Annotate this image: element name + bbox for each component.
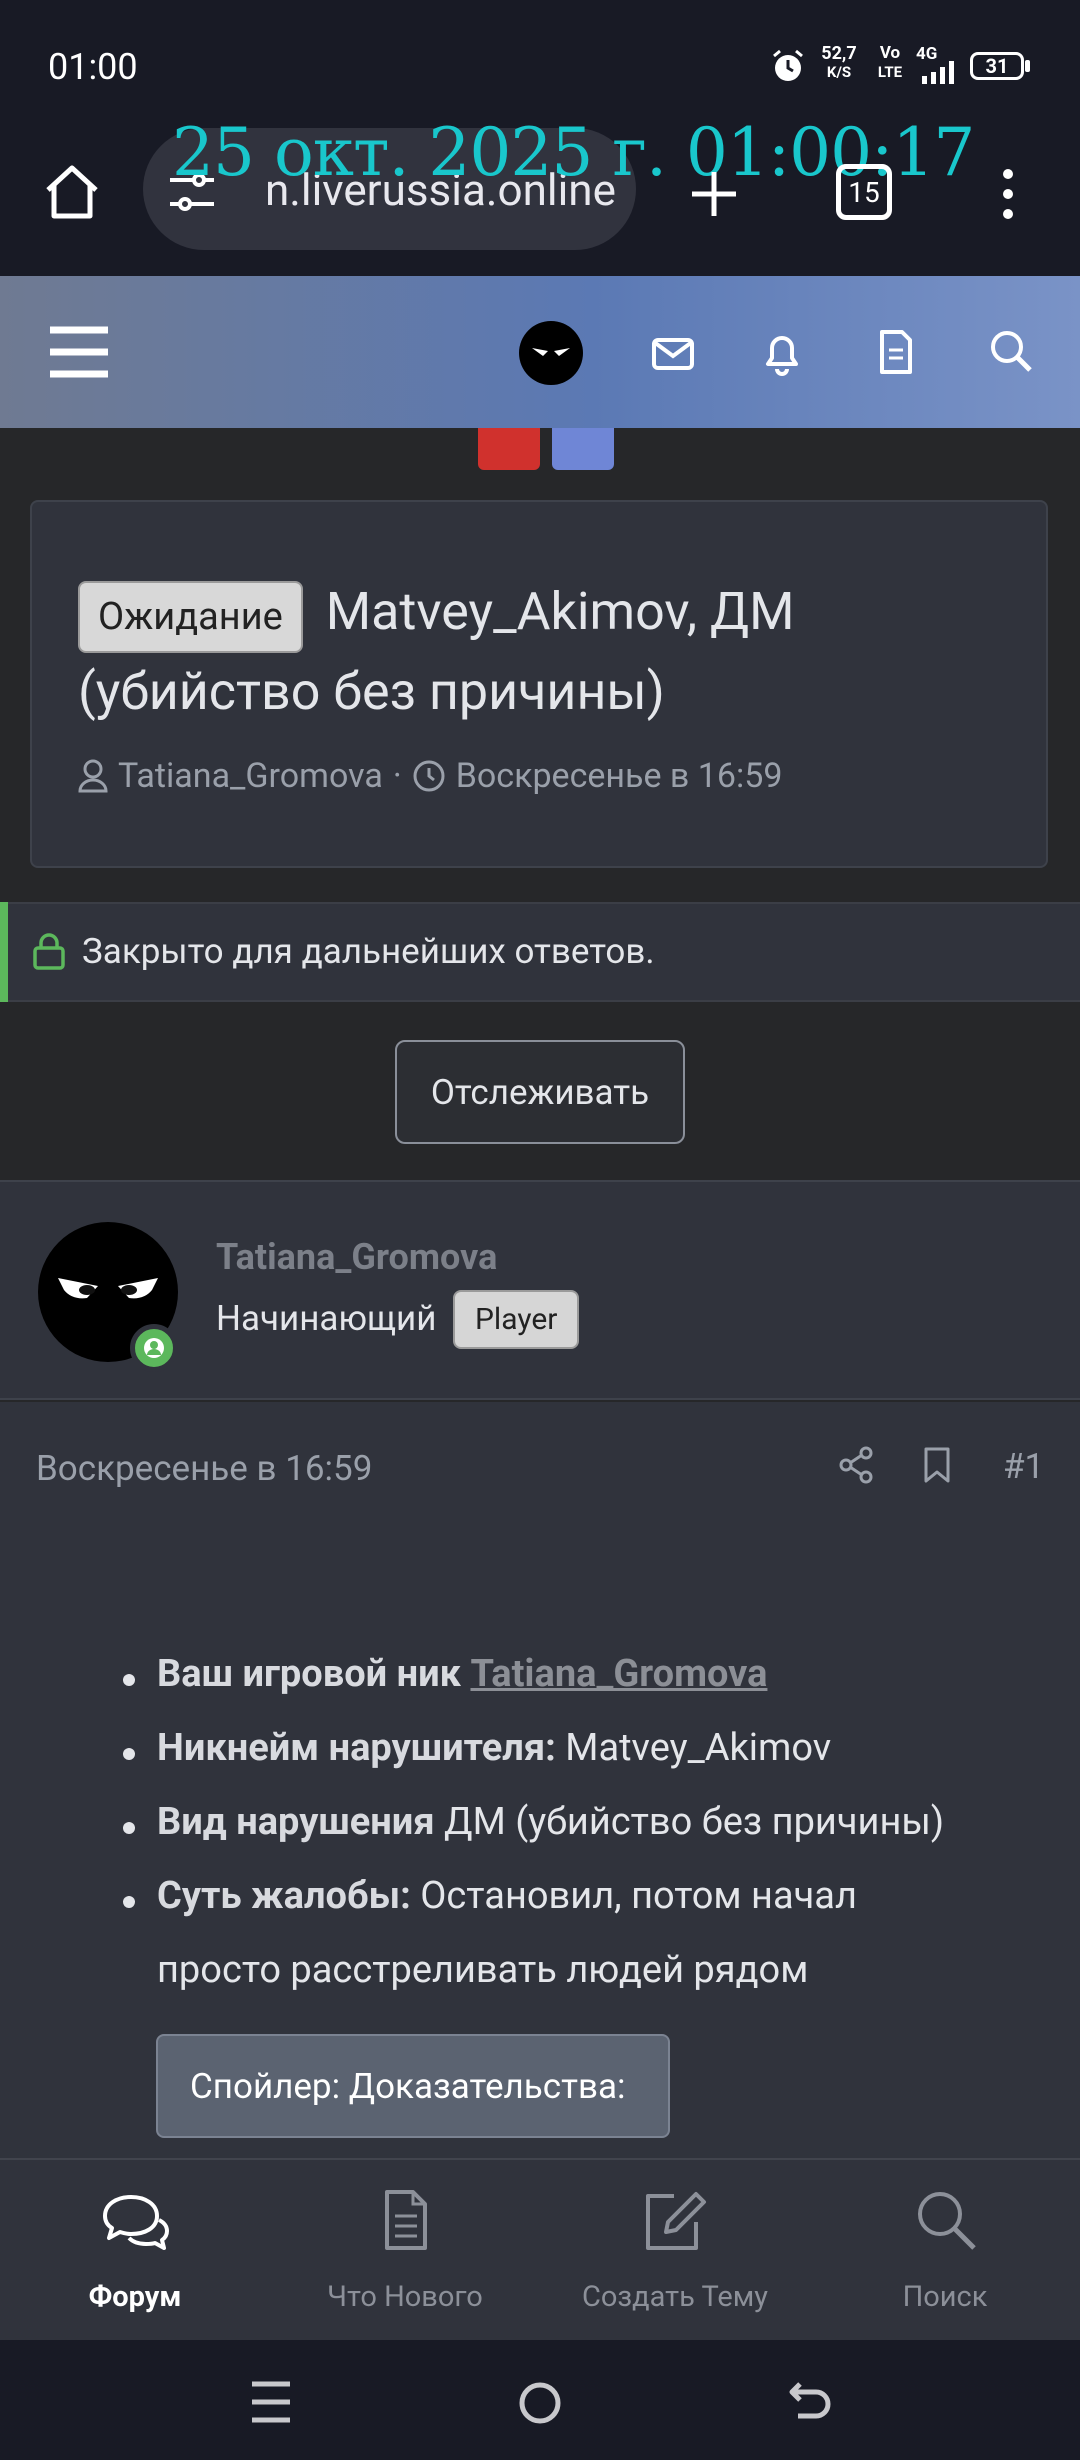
youtube-share-button[interactable] [478, 428, 540, 470]
field-label: Никнейм нарушителя: [157, 1726, 556, 1770]
avatar[interactable] [518, 320, 584, 386]
status-time: 01:00 [48, 46, 138, 88]
search-icon [914, 2188, 978, 2252]
list-bullet [123, 1822, 135, 1834]
nav-whats-new[interactable]: Что Нового [270, 2180, 540, 2330]
nav-whats-new-label: Что Нового [327, 2280, 483, 2314]
post-number[interactable]: #1 [1003, 1446, 1044, 1487]
post-username[interactable]: Tatiana_Gromova [216, 1236, 497, 1278]
nav-create-thread-label: Создать Тему [581, 2280, 769, 2314]
volte-indicator: Vo LTE [877, 43, 903, 82]
discord-share-button[interactable] [552, 428, 614, 470]
field-value: Matvey_Akimov [565, 1726, 832, 1770]
closed-notice-text: Закрыто для дальнейших ответов. [82, 931, 655, 972]
document-icon[interactable] [876, 328, 916, 376]
post-user-title: Начинающий [216, 1298, 437, 1339]
recent-apps-icon[interactable] [250, 2380, 292, 2424]
nav-create-thread[interactable]: Создать Тему [540, 2180, 810, 2330]
bookmark-icon[interactable] [922, 1446, 952, 1484]
field-violator-nick: Никнейм нарушителя: Matvey_Akimov [157, 1726, 831, 1770]
field-complaint-line2: просто расстреливать людей рядом [157, 1948, 809, 1992]
back-icon[interactable] [786, 2378, 834, 2426]
closed-notice-accent [0, 902, 8, 1002]
thread-prefix-badge[interactable]: Ожидание [78, 581, 303, 653]
nav-search[interactable]: Поиск [810, 2180, 1080, 2330]
post-date[interactable]: Воскресенье в 16:59 [36, 1448, 372, 1489]
field-complaint: Суть жалобы: Остановил, потом начал [157, 1874, 857, 1918]
thread-title-part1: Matvey_Akimov, ДМ [325, 581, 795, 642]
chat-bubbles-icon [99, 2192, 171, 2254]
lock-icon [32, 932, 66, 970]
inbox-icon[interactable] [650, 330, 696, 376]
home-nav-icon[interactable] [517, 2380, 563, 2426]
edit-icon [640, 2188, 710, 2254]
clock-icon [412, 759, 446, 793]
field-violation-type: Вид нарушения ДМ (убийство без причины) [157, 1800, 944, 1844]
signal-icon [920, 60, 962, 84]
nav-forum[interactable]: Форум [0, 2180, 270, 2330]
new-tab-icon[interactable] [686, 166, 742, 222]
online-status-icon [130, 1324, 178, 1372]
field-value-link[interactable]: Tatiana_Gromova [470, 1652, 767, 1696]
watch-thread-button[interactable]: Отслеживать [395, 1040, 685, 1144]
user-icon [78, 759, 108, 793]
alarm-icon [770, 48, 806, 84]
document-icon [381, 2188, 429, 2252]
search-icon[interactable] [988, 328, 1034, 374]
share-icon[interactable] [838, 1446, 874, 1484]
more-options-icon[interactable] [996, 166, 1020, 222]
list-bullet [123, 1896, 135, 1908]
bell-icon[interactable] [760, 328, 804, 376]
field-label: Суть жалобы: [157, 1874, 411, 1918]
user-banner-badge: Player [453, 1290, 580, 1349]
meta-separator: · [392, 756, 402, 796]
nav-search-label: Поиск [902, 2280, 988, 2314]
thread-title: Ожидание Matvey_Akimov, ДМ [78, 572, 1028, 653]
field-value: ДМ (убийство без причины) [444, 1800, 945, 1844]
battery-icon: 31 [970, 52, 1024, 80]
list-bullet [123, 1748, 135, 1760]
thread-title-part2: (убийство без причины) [78, 661, 665, 722]
field-label: Вид нарушения [157, 1800, 435, 1844]
spoiler-button[interactable]: Спойлер: Доказательства: [156, 2034, 670, 2138]
field-game-nick: Ваш игровой ник Tatiana_Gromova [157, 1652, 767, 1696]
net-speed: 52,7 K/S [821, 43, 857, 81]
tab-switcher-button[interactable]: 15 [836, 164, 892, 220]
hamburger-menu-icon[interactable] [48, 326, 110, 378]
battery-tip [1025, 60, 1030, 72]
field-value: Остановил, потом начал [420, 1874, 857, 1918]
nav-forum-label: Форум [88, 2280, 182, 2314]
field-label: Ваш игровой ник [157, 1652, 462, 1696]
list-bullet [123, 1674, 135, 1686]
thread-date-link[interactable]: Воскресенье в 16:59 [456, 756, 783, 796]
thread-author-link[interactable]: Tatiana_Gromova [118, 756, 383, 796]
thread-meta: Tatiana_Gromova · Воскресенье в 16:59 [78, 756, 782, 796]
home-icon[interactable] [40, 160, 104, 224]
